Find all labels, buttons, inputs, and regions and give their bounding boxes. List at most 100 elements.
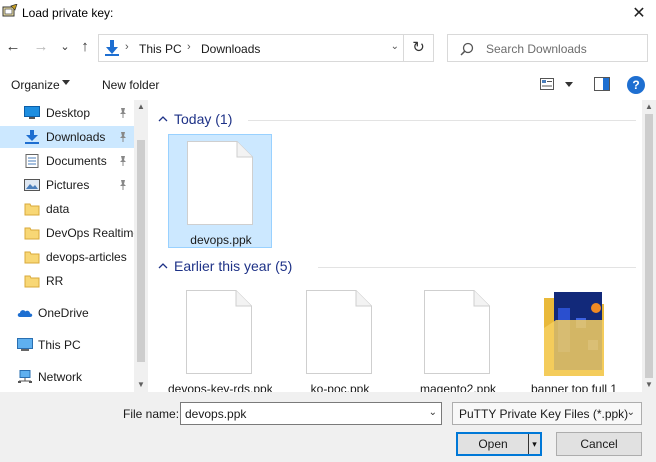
- sidebar-item-documents[interactable]: Documents: [0, 150, 134, 172]
- help-button[interactable]: ?: [627, 76, 645, 94]
- breadcrumb-this-pc[interactable]: This PC: [139, 42, 182, 56]
- address-dropdown-icon[interactable]: ⌄: [391, 41, 399, 52]
- scrollbar-thumb[interactable]: [137, 140, 145, 362]
- close-button[interactable]: ✕: [622, 0, 656, 28]
- file-icon: [186, 290, 252, 374]
- pin-icon[interactable]: [118, 180, 128, 190]
- up-button[interactable]: ↑: [76, 38, 94, 56]
- file-name: ko-poc.ppk: [310, 382, 370, 392]
- group-divider: [318, 267, 636, 268]
- sidebar-item-this-pc[interactable]: This PC: [0, 334, 134, 356]
- sidebar-item-label: data: [46, 202, 70, 216]
- file-name-label: File name:: [123, 407, 180, 421]
- search-box[interactable]: [447, 34, 648, 62]
- folder-icon: [24, 203, 40, 216]
- sidebar-item-label: Downloads: [46, 130, 106, 144]
- breadcrumb-separator: ›: [187, 41, 191, 53]
- sidebar-item-pictures[interactable]: Pictures: [0, 174, 134, 196]
- pin-icon[interactable]: [118, 108, 128, 118]
- documents-icon: [25, 154, 39, 168]
- file-name-input[interactable]: [185, 406, 415, 422]
- preview-pane-icon[interactable]: [594, 77, 610, 91]
- file-list-pane: Today (1) devops.ppk Earlier this year (…: [150, 100, 642, 392]
- navigation-bar: ← → ⌄ ↑ › This PC › Downloads ⌄ ↻: [0, 32, 656, 64]
- sidebar-item-label: devops-articles: [46, 250, 127, 264]
- folder-icon: [24, 227, 40, 240]
- file-item-devops-key-rds[interactable]: devops-key-rds.ppk: [168, 284, 272, 392]
- sidebar-item-rr[interactable]: RR: [0, 270, 134, 292]
- scroll-down-icon[interactable]: ▼: [134, 378, 148, 392]
- pictures-icon: [24, 179, 40, 191]
- file-item-devops-ppk[interactable]: devops.ppk: [168, 134, 272, 248]
- file-type-value: PuTTY Private Key Files (*.ppk): [459, 407, 629, 421]
- folder-icon: [24, 275, 40, 288]
- breadcrumb-downloads[interactable]: Downloads: [201, 42, 260, 56]
- sidebar-item-label: This PC: [38, 338, 81, 352]
- sidebar-item-downloads[interactable]: Downloads: [0, 126, 134, 148]
- onedrive-icon: [17, 310, 33, 317]
- chevron-down-icon[interactable]: ⌄: [627, 407, 635, 418]
- sidebar-item-desktop[interactable]: Desktop: [0, 102, 134, 124]
- file-item-ko-poc[interactable]: ko-poc.ppk: [288, 284, 392, 392]
- title-bar: Load private key: ✕: [0, 0, 656, 28]
- open-options-dropdown[interactable]: ▾: [528, 434, 540, 454]
- refresh-button[interactable]: ↻: [404, 34, 434, 62]
- sidebar-item-label: Desktop: [46, 106, 91, 120]
- folder-icon: [24, 251, 40, 264]
- scroll-up-icon[interactable]: ▲: [134, 100, 148, 114]
- sidebar-item-data[interactable]: data: [0, 198, 134, 220]
- downloads-icon: [25, 130, 39, 144]
- toolbar: Organize New folder ?: [0, 72, 656, 98]
- sidebar-item-network[interactable]: Network: [0, 366, 134, 388]
- sidebar-item-label: RR: [46, 274, 64, 288]
- scroll-down-icon[interactable]: ▼: [642, 378, 656, 392]
- file-item-magento2[interactable]: magento2.ppk: [406, 284, 510, 392]
- pin-icon[interactable]: [118, 156, 128, 166]
- sidebar-item-devops-articles[interactable]: devops-articles: [0, 246, 134, 268]
- back-button[interactable]: ←: [4, 38, 22, 56]
- sidebar-item-devops-realtime[interactable]: DevOps Realtime: [0, 222, 140, 244]
- sidebar-item-label: OneDrive: [38, 306, 89, 320]
- file-icon: [306, 290, 372, 374]
- search-icon: [460, 42, 474, 56]
- file-list-scrollbar[interactable]: ▲ ▼: [642, 100, 656, 392]
- address-bar[interactable]: › This PC › Downloads ⌄: [98, 34, 404, 62]
- file-icon: [424, 290, 490, 374]
- forward-button[interactable]: →: [32, 38, 50, 56]
- folder-item-banner-top-full-1[interactable]: banner top full 1: [522, 284, 626, 392]
- organize-button[interactable]: Organize: [11, 78, 60, 92]
- pin-icon[interactable]: [118, 132, 128, 142]
- change-view-icon[interactable]: [540, 77, 554, 91]
- group-header-today[interactable]: Today (1): [158, 110, 636, 130]
- scroll-up-icon[interactable]: ▲: [642, 100, 656, 114]
- putty-key-icon: [2, 4, 18, 17]
- group-header-earlier-this-year[interactable]: Earlier this year (5): [158, 257, 636, 277]
- search-input[interactable]: [486, 41, 642, 57]
- scrollbar-thumb[interactable]: [645, 114, 653, 378]
- downloads-icon: [105, 40, 119, 56]
- group-divider: [248, 120, 636, 121]
- sidebar-item-label: DevOps Realtime: [46, 226, 141, 240]
- cancel-button[interactable]: Cancel: [556, 432, 642, 456]
- file-name-combobox[interactable]: ⌄: [180, 402, 442, 425]
- file-name: magento2.ppk: [419, 382, 497, 392]
- breadcrumb-separator: ›: [125, 41, 129, 53]
- file-icon: [187, 141, 253, 225]
- group-label: Earlier this year (5): [174, 258, 293, 274]
- navigation-pane-scrollbar[interactable]: ▲ ▼: [134, 100, 148, 392]
- sidebar-item-label: Network: [38, 370, 83, 384]
- chevron-up-icon[interactable]: [158, 261, 168, 271]
- sidebar-item-label: Pictures: [46, 178, 90, 192]
- new-folder-button[interactable]: New folder: [102, 78, 159, 92]
- view-options-caret-icon[interactable]: [565, 82, 573, 87]
- organize-caret-icon[interactable]: [62, 80, 70, 85]
- file-name: devops.ppk: [190, 233, 252, 247]
- recent-locations-button[interactable]: ⌄: [56, 38, 74, 56]
- open-button-label: Open: [478, 437, 508, 451]
- sidebar-item-onedrive[interactable]: OneDrive: [0, 302, 134, 324]
- chevron-up-icon[interactable]: [158, 114, 168, 124]
- navigation-pane: Desktop Downloads Documents Pictures dat…: [0, 100, 148, 392]
- chevron-down-icon[interactable]: ⌄: [429, 407, 437, 418]
- open-button[interactable]: Open ▾: [456, 432, 542, 456]
- file-type-select[interactable]: PuTTY Private Key Files (*.ppk) ⌄: [452, 402, 642, 425]
